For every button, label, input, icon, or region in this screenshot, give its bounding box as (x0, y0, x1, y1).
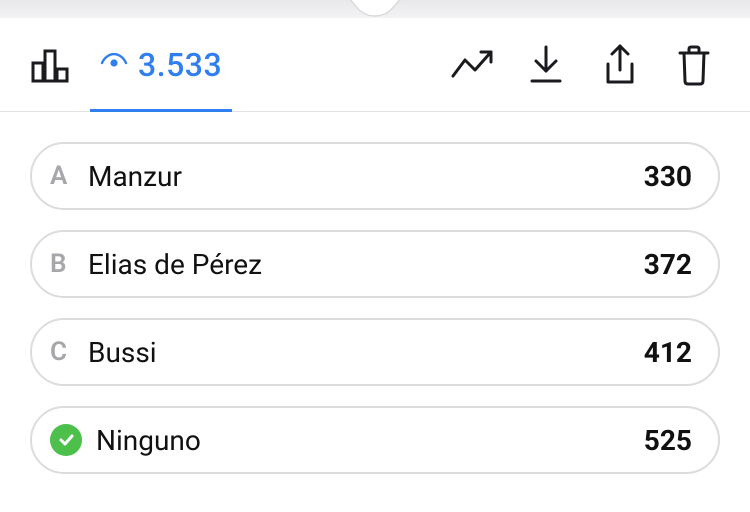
window-capsule-area (0, 0, 750, 18)
check-icon (50, 424, 82, 456)
views-count: 3.533 (138, 46, 222, 84)
share-button[interactable] (588, 33, 652, 97)
option-value: 330 (644, 160, 692, 193)
capsule-seam (387, 0, 388, 18)
poll-option[interactable]: CBussi412 (30, 318, 720, 386)
option-label: Ninguno (96, 424, 644, 457)
option-value: 412 (644, 336, 692, 369)
poll-option[interactable]: BElias de Pérez372 (30, 230, 720, 298)
option-key: C (50, 337, 84, 367)
eye-icon (100, 53, 128, 77)
option-label: Bussi (88, 336, 644, 369)
option-value: 525 (644, 424, 692, 457)
download-button[interactable] (514, 33, 578, 97)
option-key: B (50, 249, 84, 279)
toolbar: 3.533 (0, 18, 750, 112)
option-label: Manzur (88, 160, 644, 193)
option-label: Elias de Pérez (88, 248, 644, 281)
active-tab-underline (90, 109, 232, 112)
option-value: 372 (644, 248, 692, 281)
poll-options-list: AManzur330 BElias de Pérez372 CBussi412 Nin… (0, 112, 750, 474)
trends-button[interactable] (440, 33, 504, 97)
views-tab[interactable]: 3.533 (90, 18, 232, 112)
poll-option[interactable]: Ninguno525 (30, 406, 720, 474)
option-key: A (50, 161, 84, 191)
delete-button[interactable] (662, 33, 726, 97)
poll-option[interactable]: AManzur330 (30, 142, 720, 210)
results-chart-button[interactable] (18, 33, 82, 97)
